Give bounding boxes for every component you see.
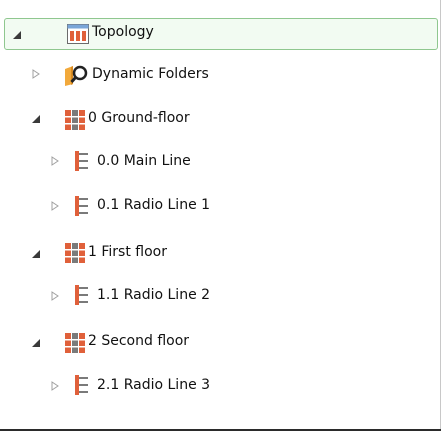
- collapse-arrow-icon[interactable]: [32, 69, 42, 79]
- collapse-arrow-icon[interactable]: [51, 201, 61, 211]
- line-icon: [74, 374, 92, 400]
- tree-label-dynamic-folders: Dynamic Folders: [92, 66, 209, 82]
- tree-label-topology: Topology: [92, 24, 154, 40]
- dynamic-folder-search-icon: [63, 63, 89, 91]
- tree-label-radio-line-1: 0.1 Radio Line 1: [97, 197, 211, 213]
- expand-arrow-icon[interactable]: [13, 31, 21, 39]
- topology-icon: [67, 24, 89, 48]
- topology-tree[interactable]: Topology Dynamic Folders 0 Ground-floor: [0, 0, 441, 431]
- line-icon: [74, 150, 92, 176]
- collapse-arrow-icon[interactable]: [51, 381, 61, 391]
- tree-label-radio-line-2: 1.1 Radio Line 2: [97, 287, 211, 303]
- tree-label-ground-floor: 0 Ground-floor: [88, 110, 190, 126]
- collapse-arrow-icon[interactable]: [51, 156, 61, 166]
- expand-arrow-icon[interactable]: [32, 115, 40, 123]
- expand-arrow-icon[interactable]: [32, 250, 40, 258]
- collapse-arrow-icon[interactable]: [51, 291, 61, 301]
- building-floor-icon: [64, 332, 86, 358]
- tree-label-radio-line-3: 2.1 Radio Line 3: [97, 377, 211, 393]
- building-floor-icon: [64, 109, 86, 135]
- tree-label-first-floor: 1 First floor: [88, 244, 167, 260]
- building-floor-icon: [64, 242, 86, 268]
- tree-label-second-floor: 2 Second floor: [88, 333, 190, 349]
- line-icon: [74, 284, 92, 310]
- expand-arrow-icon[interactable]: [32, 339, 40, 347]
- tree-label-main-line: 0.0 Main Line: [97, 153, 191, 169]
- line-icon: [74, 195, 92, 221]
